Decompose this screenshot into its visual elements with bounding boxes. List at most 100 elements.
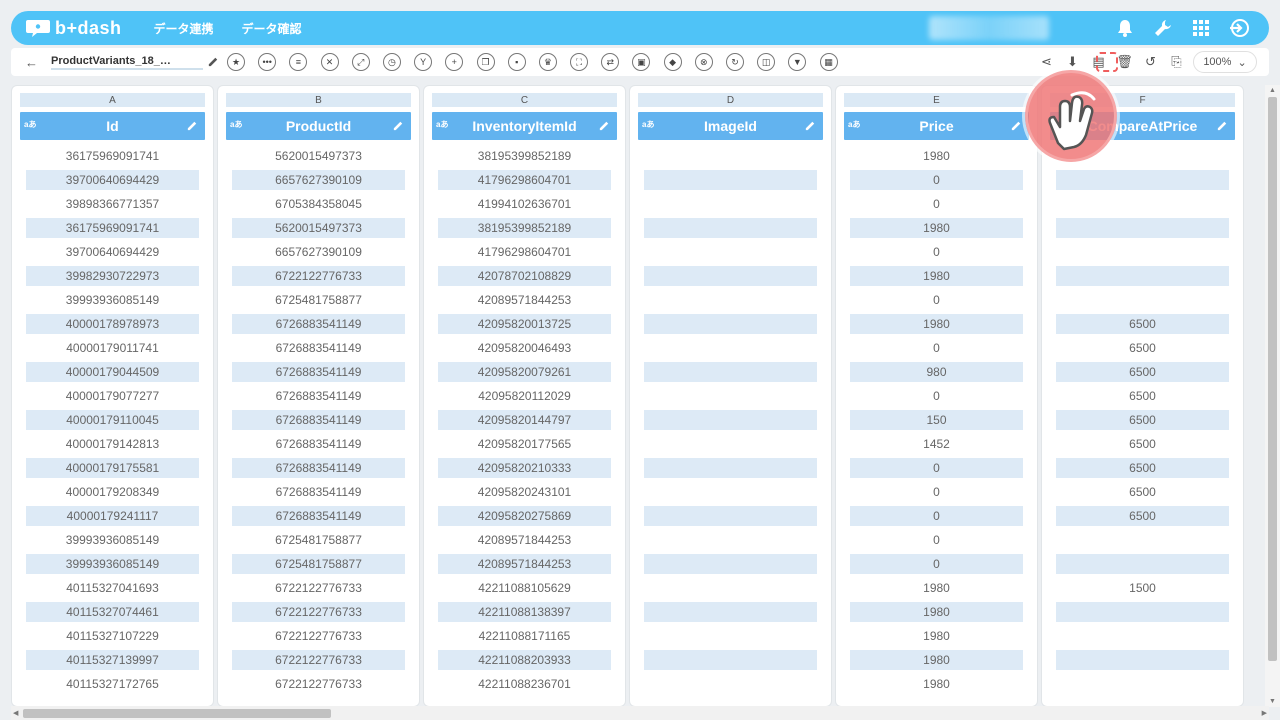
table-cell[interactable]: 40000179044509 xyxy=(26,362,199,382)
table-cell[interactable]: 6500 xyxy=(1056,458,1229,478)
table-cell[interactable]: 40115327172765 xyxy=(26,672,199,696)
edit-pencil-icon[interactable] xyxy=(392,119,405,132)
table-cell[interactable] xyxy=(644,576,817,600)
column-type-badge[interactable]: aあ xyxy=(642,119,654,130)
cancel-icon[interactable]: ⊗ xyxy=(694,53,713,71)
table-cell[interactable]: 41796298604701 xyxy=(438,240,611,264)
download-icon[interactable]: ⬇ xyxy=(1064,54,1081,71)
lock-icon[interactable]: ▣ xyxy=(632,53,651,71)
table-cell[interactable]: 0 xyxy=(850,192,1023,216)
table-cell[interactable]: 1980 xyxy=(850,672,1023,696)
table-cell[interactable] xyxy=(644,410,817,430)
column-letter[interactable]: E xyxy=(844,93,1029,107)
file-name[interactable]: ProductVariants_18_… xyxy=(51,55,203,70)
table-cell[interactable]: 0 xyxy=(850,240,1023,264)
table-cell[interactable]: 42095820144797 xyxy=(438,410,611,430)
table-cell[interactable]: 39700640694429 xyxy=(26,170,199,190)
column-header[interactable]: aあ ProductId xyxy=(226,112,411,140)
table-cell[interactable]: 6500 xyxy=(1056,410,1229,430)
edit-pencil-icon[interactable] xyxy=(598,119,611,132)
horizontal-scroll-thumb[interactable] xyxy=(23,709,331,718)
delete-icon[interactable]: ▪ xyxy=(507,53,526,71)
column-type-badge[interactable]: aあ xyxy=(230,119,242,130)
table-cell[interactable]: 6725481758877 xyxy=(232,288,405,312)
table-cell[interactable]: 40000179142813 xyxy=(26,432,199,456)
table-cell[interactable] xyxy=(644,554,817,574)
table-cell[interactable]: 0 xyxy=(850,458,1023,478)
column-header[interactable]: aあ Id xyxy=(20,112,205,140)
table-cell[interactable] xyxy=(644,218,817,238)
table-cell[interactable]: 40115327041693 xyxy=(26,576,199,600)
table-cell[interactable] xyxy=(1056,192,1229,216)
history-icon[interactable]: ↺ xyxy=(1142,54,1159,71)
table-cell[interactable]: 42095820079261 xyxy=(438,362,611,382)
table-cell[interactable]: 1980 xyxy=(850,314,1023,334)
table-cell[interactable]: 42095820112029 xyxy=(438,384,611,408)
column-type-badge[interactable]: aあ xyxy=(436,119,448,130)
table-cell[interactable]: 42211088203933 xyxy=(438,650,611,670)
table-cell[interactable]: 0 xyxy=(850,384,1023,408)
table-cell[interactable] xyxy=(644,458,817,478)
table-cell[interactable]: 6726883541149 xyxy=(232,410,405,430)
table-cell[interactable]: 6657627390109 xyxy=(232,170,405,190)
table-cell[interactable]: 6722122776733 xyxy=(232,650,405,670)
table-cell[interactable]: 0 xyxy=(850,336,1023,360)
table-cell[interactable]: 42089571844253 xyxy=(438,528,611,552)
scroll-up-arrow-icon[interactable]: ▲ xyxy=(1269,87,1276,94)
table-cell[interactable]: 1980 xyxy=(850,576,1023,600)
table-cell[interactable]: 39993936085149 xyxy=(26,554,199,574)
table-cell[interactable]: 6722122776733 xyxy=(232,624,405,648)
table-cell[interactable]: 40000179241117 xyxy=(26,506,199,526)
back-arrow-icon[interactable]: ← xyxy=(25,55,41,70)
share-icon[interactable]: ⋖ xyxy=(1038,54,1055,71)
table-cell[interactable]: 42095820177565 xyxy=(438,432,611,456)
table-cell[interactable] xyxy=(644,336,817,360)
table-cell[interactable]: 40000179110045 xyxy=(26,410,199,430)
table-cell[interactable]: 0 xyxy=(850,506,1023,526)
column-type-badge[interactable]: aあ xyxy=(848,119,860,130)
nav-data-integration[interactable]: データ連携 xyxy=(154,20,214,37)
crown-icon[interactable]: ♛ xyxy=(538,53,557,71)
table-icon[interactable]: ▦ xyxy=(819,53,838,71)
merge-icon[interactable]: Y xyxy=(414,53,433,71)
table-cell[interactable]: 39898366771357 xyxy=(26,192,199,216)
table-cell[interactable]: 42095820046493 xyxy=(438,336,611,360)
column-letter[interactable]: C xyxy=(432,93,617,107)
table-cell[interactable] xyxy=(644,314,817,334)
table-cell[interactable]: 40000178978973 xyxy=(26,314,199,334)
table-cell[interactable]: 6726883541149 xyxy=(232,336,405,360)
table-cell[interactable]: 39993936085149 xyxy=(26,288,199,312)
table-cell[interactable]: 6722122776733 xyxy=(232,576,405,600)
table-cell[interactable]: 40000179077277 xyxy=(26,384,199,408)
table-cell[interactable]: 0 xyxy=(850,528,1023,552)
table-cell[interactable]: 6500 xyxy=(1056,384,1229,408)
table-cell[interactable] xyxy=(1056,528,1229,552)
table-cell[interactable] xyxy=(644,506,817,526)
table-cell[interactable]: 6726883541149 xyxy=(232,480,405,504)
table-cell[interactable] xyxy=(644,362,817,382)
table-cell[interactable] xyxy=(644,672,817,696)
table-cell[interactable]: 6722122776733 xyxy=(232,672,405,696)
table-cell[interactable]: 1980 xyxy=(850,144,1023,168)
column-letter[interactable]: D xyxy=(638,93,823,107)
scroll-down-arrow-icon[interactable]: ▼ xyxy=(1269,698,1276,705)
copy-icon[interactable]: ❐ xyxy=(476,53,495,71)
expand-icon[interactable]: ⤢ xyxy=(351,53,370,71)
package-icon[interactable]: ◆ xyxy=(663,53,682,71)
table-cell[interactable]: 0 xyxy=(850,170,1023,190)
timer-icon[interactable]: ◷ xyxy=(382,53,401,71)
table-cell[interactable]: 40000179011741 xyxy=(26,336,199,360)
table-cell[interactable] xyxy=(644,650,817,670)
column-header[interactable]: aあ InventoryItemId xyxy=(432,112,617,140)
table-cell[interactable]: 1452 xyxy=(850,432,1023,456)
table-cell[interactable]: 1980 xyxy=(850,624,1023,648)
table-cell[interactable]: 36175969091741 xyxy=(26,144,199,168)
table-cell[interactable]: 1980 xyxy=(850,266,1023,286)
table-cell[interactable]: 6500 xyxy=(1056,480,1229,504)
edit-pencil-icon[interactable] xyxy=(804,119,817,132)
table-cell[interactable]: 6657627390109 xyxy=(232,240,405,264)
table-cell[interactable]: 38195399852189 xyxy=(438,144,611,168)
table-cell[interactable]: 6722122776733 xyxy=(232,266,405,286)
column-header[interactable]: aあ ImageId xyxy=(638,112,823,140)
table-cell[interactable]: 6726883541149 xyxy=(232,384,405,408)
